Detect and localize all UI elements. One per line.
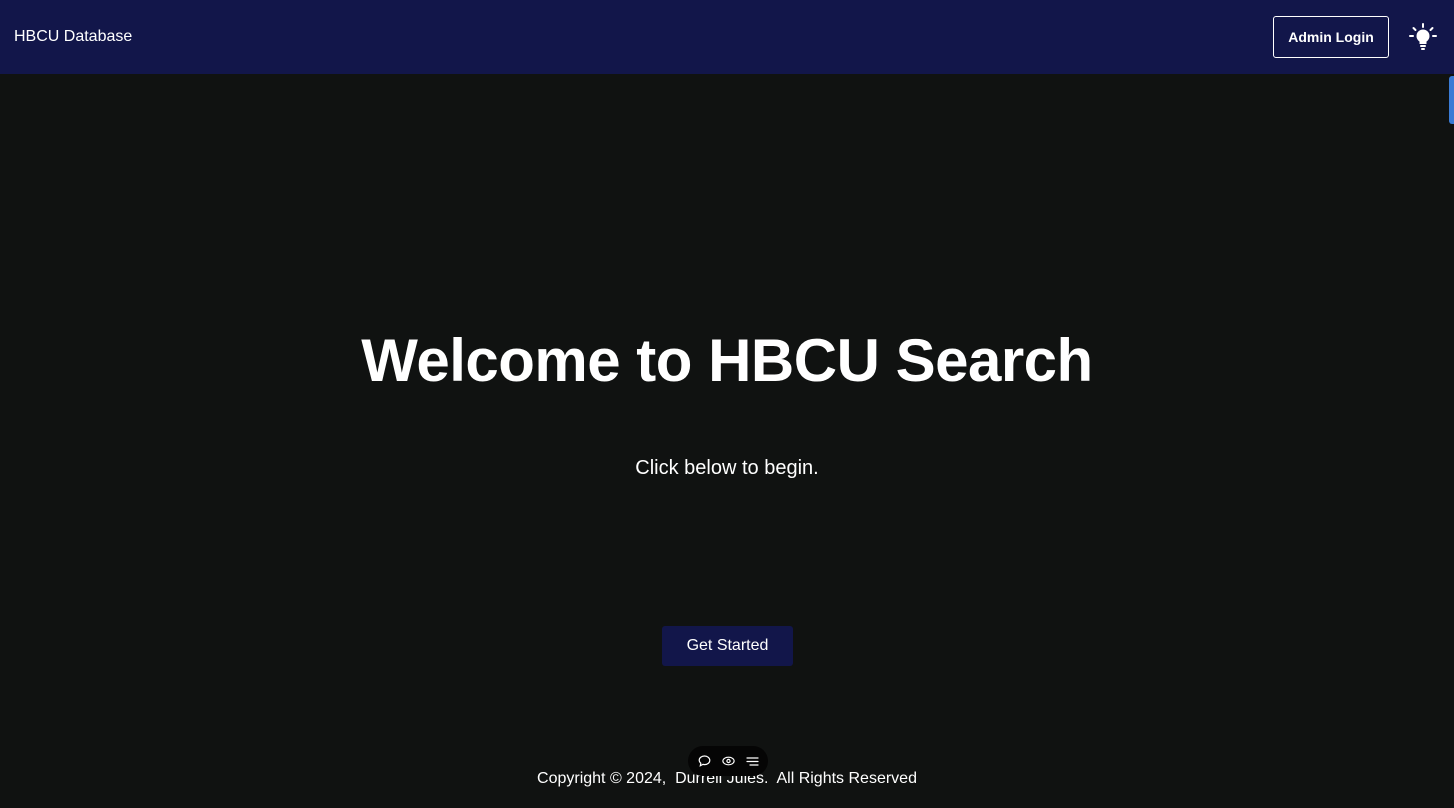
eye-icon[interactable] bbox=[721, 754, 735, 768]
navbar: HBCU Database Admin Login bbox=[0, 0, 1454, 74]
brand-title[interactable]: HBCU Database bbox=[14, 28, 132, 46]
get-started-button[interactable]: Get Started bbox=[662, 626, 793, 666]
menu-icon[interactable] bbox=[745, 754, 759, 768]
navbar-actions: Admin Login bbox=[1273, 16, 1440, 58]
comment-icon[interactable] bbox=[697, 754, 711, 768]
hero-subtitle: Click below to begin. bbox=[635, 457, 819, 479]
lightbulb-icon[interactable] bbox=[1408, 22, 1438, 52]
admin-login-button[interactable]: Admin Login bbox=[1273, 16, 1389, 58]
side-scroll-indicator[interactable] bbox=[1449, 76, 1454, 124]
floating-toolbar bbox=[688, 746, 768, 776]
hero-title: Welcome to HBCU Search bbox=[361, 327, 1093, 394]
